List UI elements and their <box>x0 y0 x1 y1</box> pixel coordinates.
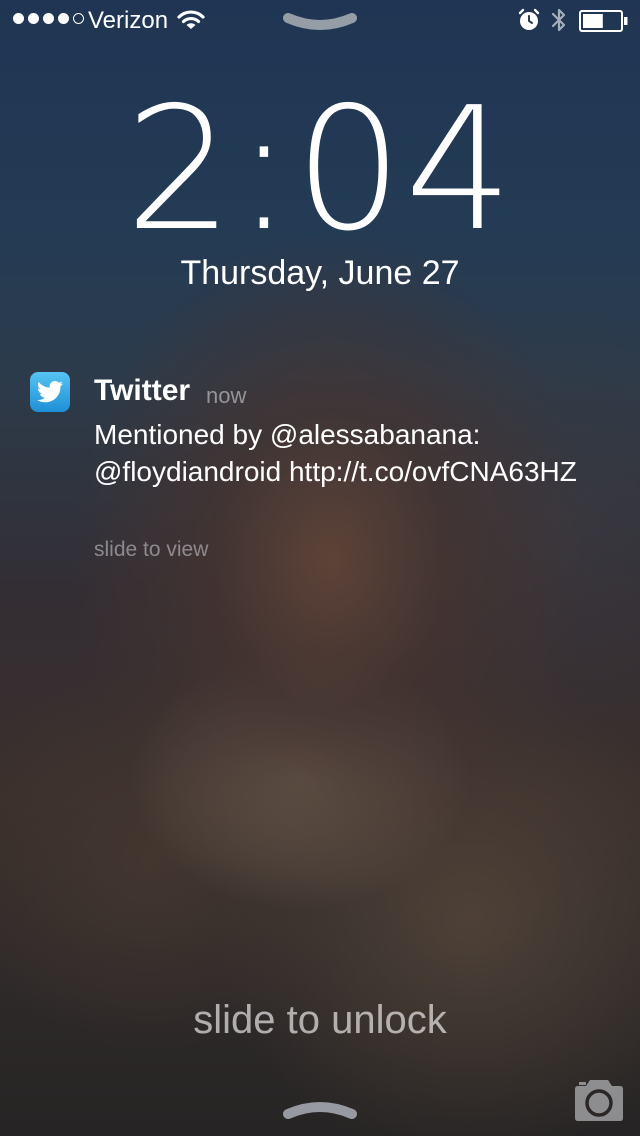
signal-dot <box>28 13 39 24</box>
carrier-name: Verizon <box>88 7 169 34</box>
twitter-bird-icon <box>30 372 70 412</box>
lock-screen-date: Thursday, June 27 <box>180 254 460 292</box>
control-center-grabber[interactable] <box>282 1096 358 1122</box>
slide-to-unlock[interactable]: slide to unlock <box>0 996 640 1044</box>
wifi-icon <box>177 10 205 29</box>
notification-item[interactable]: Twitter now Mentioned by @alessabanana: … <box>30 368 610 568</box>
signal-dot <box>73 13 84 24</box>
lock-screen: Verizon 2:04 Thursday, June 27 Twitter n… <box>0 0 640 1136</box>
notification-time: now <box>206 383 247 408</box>
signal-strength-indicator <box>13 13 84 24</box>
notification-message: Mentioned by @alessabanana: @floydiandro… <box>94 419 577 487</box>
notification-center-grabber[interactable] <box>282 10 358 36</box>
signal-dot <box>13 13 24 24</box>
battery-icon <box>579 10 628 32</box>
slide-to-view-hint: slide to view <box>94 538 209 561</box>
bluetooth-icon <box>551 8 566 32</box>
signal-dot <box>43 13 54 24</box>
lock-screen-time: 2:04 <box>125 71 515 269</box>
alarm-icon <box>518 8 540 30</box>
camera-icon[interactable] <box>571 1078 627 1122</box>
signal-dot <box>58 13 69 24</box>
notification-app-name: Twitter <box>94 374 191 407</box>
status-bar: Verizon <box>0 0 640 40</box>
